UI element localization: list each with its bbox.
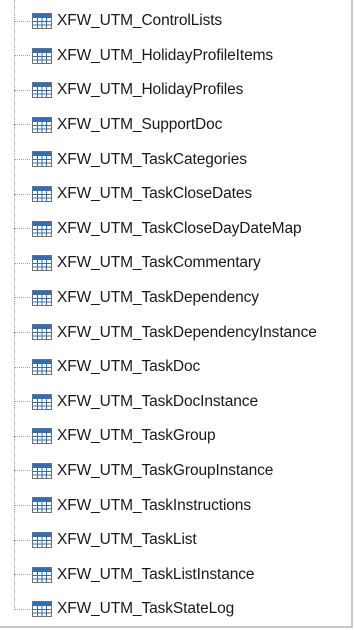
tree-connector — [14, 539, 30, 541]
table-grid-icon — [32, 359, 52, 375]
table-grid-icon — [32, 532, 52, 548]
tree-item[interactable]: XFW_UTM_TaskList — [14, 526, 197, 554]
tree-item[interactable]: XFW_UTM_TaskCommentary — [14, 249, 261, 277]
tree-item[interactable]: XFW_UTM_SupportDoc — [14, 111, 222, 139]
tree-item-label: XFW_UTM_TaskDoc — [57, 358, 201, 376]
tree-item-label: XFW_UTM_ControlLists — [57, 12, 223, 30]
table-grid-icon — [32, 151, 52, 168]
tree-item-label: XFW_UTM_TaskInstructions — [57, 496, 251, 514]
table-grid-icon — [32, 428, 52, 445]
tree-item[interactable]: XFW_UTM_TaskCategories — [14, 145, 247, 173]
tree-connector — [14, 89, 30, 91]
table-grid-icon — [32, 186, 52, 202]
tree-connector — [14, 262, 30, 264]
tree-item-label: XFW_UTM_HolidayProfileItems — [57, 46, 274, 64]
tree-connector — [14, 574, 30, 576]
tree-item[interactable]: XFW_UTM_TaskDoc — [14, 353, 200, 381]
tree-connector — [14, 470, 30, 472]
tree-connector — [14, 20, 30, 22]
tree-item[interactable]: XFW_UTM_TaskInstructions — [14, 491, 251, 519]
tree-item-label: XFW_UTM_HolidayProfiles — [57, 81, 244, 99]
tree-item-label: XFW_UTM_TaskList — [57, 531, 197, 549]
table-grid-icon — [32, 289, 52, 306]
table-grid-icon — [32, 393, 52, 410]
table-grid-icon — [32, 462, 52, 479]
tree-connector — [14, 366, 30, 368]
tree-item[interactable]: XFW_UTM_HolidayProfileItems — [14, 42, 273, 70]
tree-item-label: XFW_UTM_TaskCloseDayDateMap — [57, 219, 302, 237]
tree-item[interactable]: XFW_UTM_TaskGroup — [14, 422, 216, 450]
tree-connector — [14, 608, 30, 610]
tree-item[interactable]: XFW_UTM_TaskCloseDates — [14, 180, 252, 208]
table-grid-icon — [32, 47, 52, 64]
tree-view-panel: XFW_UTM_ControlLists XFW_UTM_HolidayProfi… — [0, 0, 353, 628]
table-grid-icon — [32, 82, 52, 99]
tree-item-label: XFW_UTM_TaskListInstance — [57, 565, 255, 583]
tree-item-label: XFW_UTM_TaskDependencyInstance — [57, 323, 317, 341]
tree-item[interactable]: XFW_UTM_TaskStateLog — [14, 595, 234, 623]
table-grid-icon — [32, 255, 52, 272]
tree-item[interactable]: XFW_UTM_TaskCloseDayDateMap — [14, 215, 302, 243]
tree-item-label: XFW_UTM_SupportDoc — [57, 116, 223, 134]
tree-item-label: XFW_UTM_TaskGroupInstance — [57, 462, 274, 480]
table-tree: XFW_UTM_ControlLists XFW_UTM_HolidayProfi… — [0, 0, 351, 626]
tree-item-label: XFW_UTM_TaskDocInstance — [57, 392, 258, 410]
tree-connector — [14, 435, 30, 437]
tree-item[interactable]: XFW_UTM_TaskGroupInstance — [14, 457, 273, 485]
table-grid-icon — [32, 601, 52, 618]
tree-connector — [14, 504, 30, 506]
table-grid-icon — [32, 116, 52, 133]
tree-item[interactable]: XFW_UTM_ControlLists — [14, 7, 222, 35]
tree-item-label: XFW_UTM_TaskGroup — [57, 427, 216, 445]
tree-connector — [14, 124, 30, 126]
tree-connector — [14, 55, 30, 57]
tree-item[interactable]: XFW_UTM_TaskDependencyInstance — [14, 318, 317, 346]
table-grid-icon — [32, 220, 52, 237]
tree-item[interactable]: XFW_UTM_TaskListInstance — [14, 561, 255, 589]
tree-connector — [14, 401, 30, 403]
table-grid-icon — [32, 566, 52, 583]
tree-connector — [14, 193, 30, 195]
table-grid-icon — [32, 497, 52, 514]
tree-item[interactable]: XFW_UTM_HolidayProfiles — [14, 76, 243, 104]
tree-item-label: XFW_UTM_TaskStateLog — [57, 600, 235, 618]
tree-item[interactable]: XFW_UTM_TaskDocInstance — [14, 388, 258, 416]
tree-connector — [14, 228, 30, 230]
tree-connector — [14, 331, 30, 333]
tree-item[interactable]: XFW_UTM_TaskDependency — [14, 284, 259, 312]
tree-item-label: XFW_UTM_TaskCommentary — [57, 254, 261, 272]
tree-item-label: XFW_UTM_TaskCategories — [57, 150, 247, 168]
table-grid-icon — [32, 324, 52, 341]
table-grid-icon — [32, 13, 52, 29]
tree-connector — [14, 297, 30, 299]
tree-connector — [14, 158, 30, 160]
tree-item-label: XFW_UTM_TaskDependency — [57, 289, 259, 307]
tree-item-label: XFW_UTM_TaskCloseDates — [57, 185, 253, 203]
